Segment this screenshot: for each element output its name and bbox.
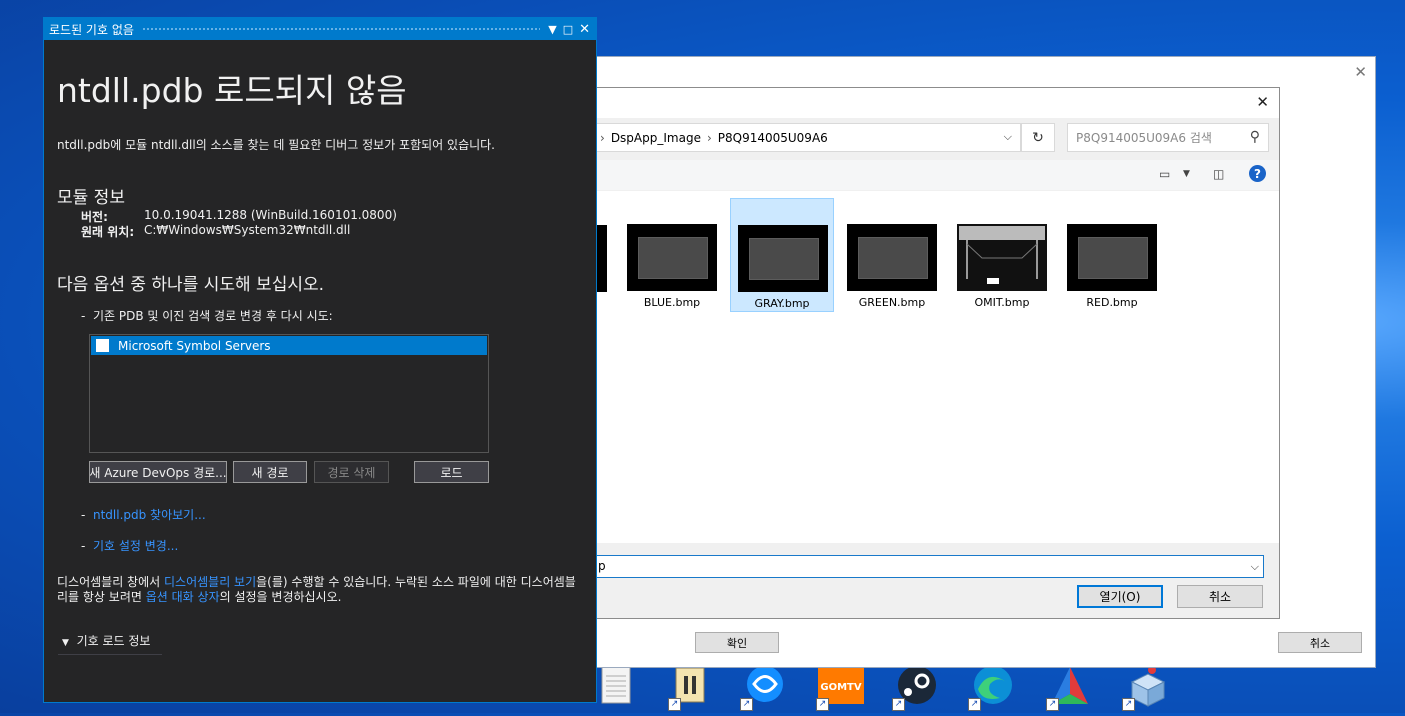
search-placeholder: P8Q914005U09A6 검색 <box>1076 131 1212 145</box>
file-name: OMIT.bmp <box>974 296 1030 309</box>
file-name-input[interactable]: p ⌵ <box>593 555 1264 578</box>
file-item-red[interactable]: RED.bmp <box>1060 198 1164 312</box>
file-name: BLUE.bmp <box>643 296 701 309</box>
location-label: 원래 위치: <box>81 225 135 239</box>
shortcut-arrow-icon: ↗ <box>816 698 829 711</box>
chevron-down-icon[interactable]: ⌵ <box>1004 130 1012 144</box>
thumbnail-image <box>627 224 717 291</box>
symbol-settings-link[interactable]: 기호 설정 변경... <box>93 539 178 553</box>
panel-tab-title[interactable]: 로드된 기호 없음 <box>49 21 134 38</box>
new-path-button[interactable]: 새 경로 <box>233 461 307 483</box>
option-symbol-settings: - 기호 설정 변경... <box>81 539 179 553</box>
options-dialog-link[interactable]: 옵션 대화 상자 <box>146 590 220 604</box>
file-item-gray[interactable]: GRAY.bmp <box>730 198 834 312</box>
chevron-right-icon: › <box>706 130 712 145</box>
file-name: GRAY.bmp <box>754 297 810 310</box>
close-icon[interactable]: ✕ <box>579 22 590 37</box>
desktop-shortcut-battlenet-icon[interactable]: ↗ <box>740 664 788 713</box>
list-item[interactable]: Microsoft Symbol Servers <box>91 336 487 355</box>
shortcut-arrow-icon: ↗ <box>1046 698 1059 711</box>
browse-pdb-link[interactable]: ntdll.pdb 찾아보기... <box>93 508 206 522</box>
symbol-load-info-expander[interactable]: ▼ 기호 로드 정보 <box>62 632 150 649</box>
view-disassembly-link[interactable]: 디스어셈블리 보기 <box>164 575 256 589</box>
view-options-icon[interactable]: ▭ <box>1159 167 1170 181</box>
refresh-icon[interactable]: ↻ <box>1021 123 1055 152</box>
shortcut-arrow-icon: ↗ <box>968 698 981 711</box>
maximize-icon[interactable]: □ <box>563 23 573 36</box>
file-name: RED.bmp <box>1086 296 1138 309</box>
checkbox[interactable] <box>96 339 109 352</box>
page-title: ntdll.pdb 로드되지 않음 <box>57 71 407 110</box>
dialog-toolbar: ▭ ▼ ◫ <box>593 160 1279 190</box>
ok-button[interactable]: 확인 <box>695 632 779 653</box>
desktop-shortcut-gomtv-icon[interactable]: GOMTV ↗ <box>816 664 864 713</box>
thumbnail-image <box>847 224 937 291</box>
chevron-down-icon: ▼ <box>62 638 69 648</box>
open-button[interactable]: 열기(O) <box>1077 585 1163 608</box>
divider <box>58 654 162 655</box>
dialog-titlebar: ✕ <box>593 88 1279 118</box>
file-item-green[interactable]: GREEN.bmp <box>840 198 944 312</box>
grip-dots[interactable] <box>141 26 541 32</box>
file-open-dialog: ✕ › DspApp_Image › P8Q914005U09A6 ⌵ ↻ P8… <box>592 87 1280 619</box>
chevron-down-icon[interactable]: ▼ <box>1183 169 1190 179</box>
desktop-shortcut-edge-icon[interactable]: ↗ <box>968 664 1016 713</box>
delete-path-button[interactable]: 경로 삭제 <box>314 461 389 483</box>
close-icon[interactable]: ✕ <box>1354 63 1367 81</box>
option-browse: - ntdll.pdb 찾아보기... <box>81 508 206 522</box>
thumbnail-image <box>957 224 1047 291</box>
cancel-button[interactable]: 취소 <box>1278 632 1362 653</box>
dropdown-arrow-icon[interactable]: ▼ <box>548 23 556 36</box>
description-text: ntdll.pdb에 모듈 ntdll.dll의 소스를 찾는 데 필요한 디버… <box>57 138 495 152</box>
file-item-blue[interactable]: BLUE.bmp <box>620 198 724 312</box>
preview-pane-icon[interactable]: ◫ <box>1213 167 1224 181</box>
desktop-shortcut-triangle-app-icon[interactable]: ↗ <box>1046 664 1094 713</box>
cancel-button[interactable]: 취소 <box>1177 585 1263 608</box>
thumbnail-image <box>738 225 828 292</box>
file-item-omit[interactable]: OMIT.bmp <box>950 198 1054 312</box>
breadcrumb-item[interactable]: DspApp_Image <box>611 131 701 145</box>
shortcut-arrow-icon: ↗ <box>740 698 753 711</box>
desktop-shortcut-app-icon[interactable]: ↗ <box>668 664 716 713</box>
desktop-shortcut-file-icon[interactable] <box>598 664 646 713</box>
symbol-server-list[interactable]: Microsoft Symbol Servers <box>89 334 489 453</box>
breadcrumb-item[interactable]: P8Q914005U09A6 <box>718 131 828 145</box>
search-icon[interactable]: ⚲ <box>1250 129 1260 145</box>
chevron-down-icon[interactable]: ⌵ <box>1251 556 1259 577</box>
file-name-value: p <box>598 559 606 573</box>
shortcut-arrow-icon: ↗ <box>892 698 905 711</box>
chevron-right-icon: › <box>600 130 605 145</box>
disassembly-paragraph: 디스어셈블리 창에서 디스어셈블리 보기을(를) 수행할 수 있습니다. 누락된… <box>57 575 576 604</box>
panel-tab-bar: 로드된 기호 없음 ▼ □ ✕ <box>44 18 596 40</box>
shortcut-arrow-icon: ↗ <box>1122 698 1135 711</box>
version-value: 10.0.19041.1288 (WinBuild.160101.0800) <box>144 208 397 222</box>
desktop-shortcut-steam-icon[interactable]: ↗ <box>892 664 940 713</box>
load-button[interactable]: 로드 <box>414 461 489 483</box>
help-icon[interactable]: ? <box>1249 165 1266 182</box>
module-info-heading: 모듈 정보 <box>57 188 125 208</box>
options-heading: 다음 옵션 중 하나를 시도해 보십시오. <box>57 275 325 295</box>
address-bar[interactable]: › DspApp_Image › P8Q914005U09A6 ⌵ <box>593 123 1021 152</box>
file-name: GREEN.bmp <box>858 296 926 309</box>
location-value: C:₩Windows₩System32₩ntdll.dll <box>144 223 351 237</box>
svg-text:GOMTV: GOMTV <box>820 682 861 693</box>
desktop-shortcut-package-icon[interactable]: ↗ <box>1122 664 1170 713</box>
thumbnail-image <box>1067 224 1157 291</box>
new-azure-devops-path-button[interactable]: 새 Azure DevOps 경로... <box>89 461 227 483</box>
option-search-paths: - 기존 PDB 및 이진 검색 경로 변경 후 다시 시도: <box>81 309 333 323</box>
shortcut-arrow-icon: ↗ <box>668 698 681 711</box>
no-symbols-loaded-panel: 로드된 기호 없음 ▼ □ ✕ ntdll.pdb 로드되지 않음 ntdll.… <box>43 17 597 703</box>
search-input[interactable]: P8Q914005U09A6 검색 ⚲ <box>1067 123 1269 152</box>
close-icon[interactable]: ✕ <box>1256 93 1269 111</box>
list-item-label: Microsoft Symbol Servers <box>118 338 271 353</box>
